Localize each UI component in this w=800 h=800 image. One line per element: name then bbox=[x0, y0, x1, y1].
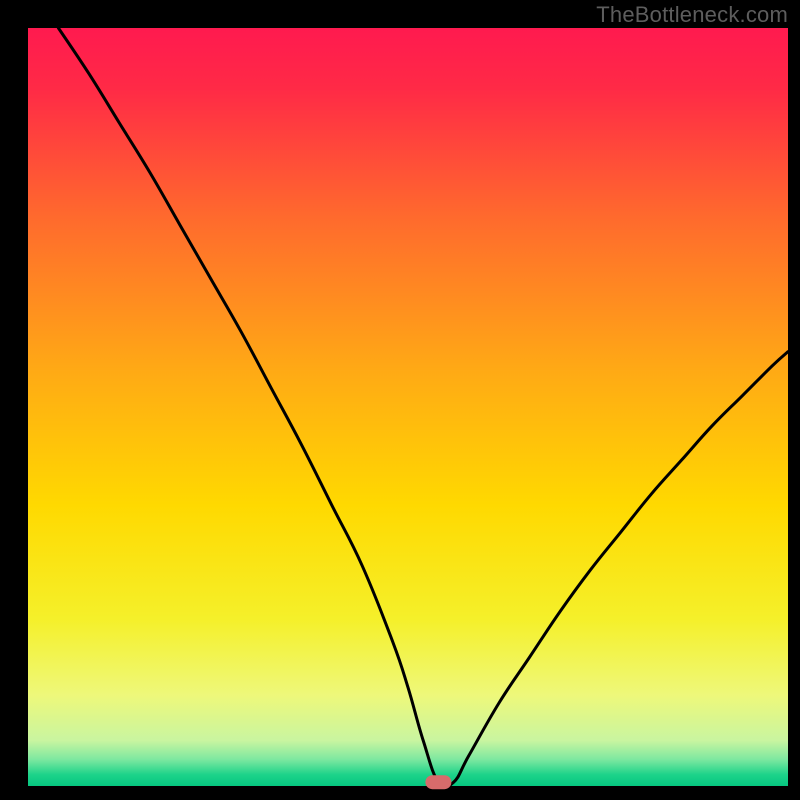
watermark-text: TheBottleneck.com bbox=[596, 2, 788, 28]
bottleneck-plot bbox=[0, 0, 800, 800]
plot-area bbox=[28, 28, 788, 786]
chart-frame: TheBottleneck.com bbox=[0, 0, 800, 800]
minimum-marker bbox=[425, 775, 451, 789]
